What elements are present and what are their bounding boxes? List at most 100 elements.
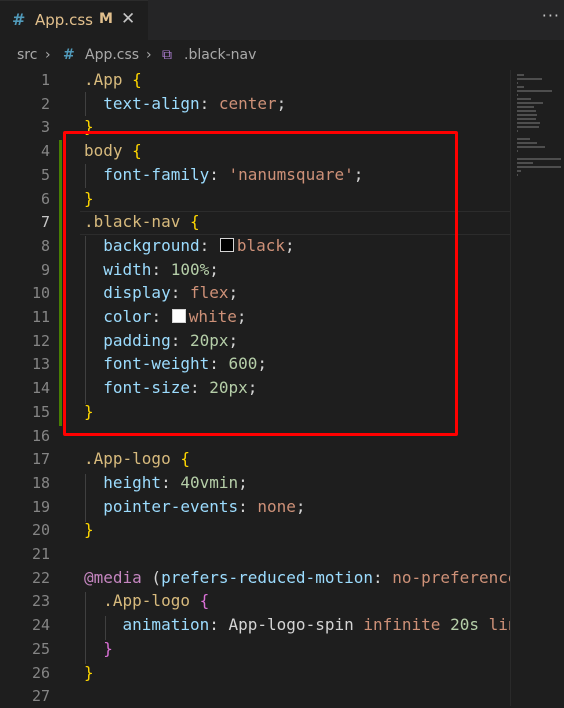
code-token: center xyxy=(218,93,277,113)
line-number: 27 xyxy=(31,687,50,706)
minimap-line xyxy=(517,162,533,164)
line-number: 1 xyxy=(40,71,50,89)
annotation-highlight-box xyxy=(63,131,458,436)
minimap-line xyxy=(517,90,552,92)
breadcrumb-folder[interactable]: src xyxy=(17,47,37,63)
minimap-line xyxy=(517,106,534,108)
line-number: 20 xyxy=(31,521,50,540)
code-token: ( xyxy=(141,567,162,587)
code-token: @media xyxy=(84,567,142,587)
tab-label: App.css xyxy=(35,11,93,29)
chevron-right-icon: › xyxy=(146,47,152,63)
code-token: : xyxy=(238,496,258,516)
code-token: : xyxy=(161,472,181,492)
close-icon[interactable]: ✕ xyxy=(121,9,135,29)
line-number: 7 xyxy=(40,213,50,232)
line-number: 14 xyxy=(31,379,50,398)
line-number: 11 xyxy=(31,308,50,326)
code-token: } xyxy=(84,520,94,540)
line-number: 3 xyxy=(40,118,50,137)
minimap-line xyxy=(517,158,561,160)
code-token: : xyxy=(209,615,229,635)
minimap-line xyxy=(517,146,545,148)
symbol-class-icon: ⧉ xyxy=(162,47,172,63)
code-token: prefers-reduced-motion xyxy=(161,567,373,587)
breadcrumb-file[interactable]: App.css xyxy=(85,47,139,63)
minimap-line xyxy=(517,82,519,84)
code-token: .App-logo xyxy=(103,591,190,611)
code-line: } xyxy=(84,661,94,685)
minimap-line xyxy=(517,170,521,172)
code-token: animation xyxy=(122,615,210,635)
line-number: 18 xyxy=(31,473,50,492)
minimap-line xyxy=(517,110,537,112)
minimap-line xyxy=(517,94,519,96)
line-number: 6 xyxy=(40,189,50,208)
code-token: } xyxy=(103,638,113,658)
minimap-line xyxy=(517,114,538,116)
code-line: .App-logo { xyxy=(84,589,209,613)
minimap-line xyxy=(517,138,531,140)
css-file-icon: # xyxy=(12,10,26,29)
code-line: animation: App-logo-spin infinite 20s li… xyxy=(84,613,518,637)
line-number: 19 xyxy=(31,497,50,516)
modified-badge: M xyxy=(99,11,113,27)
code-token: 40vmin xyxy=(180,472,239,492)
minimap-line xyxy=(517,86,525,88)
code-line: } xyxy=(84,518,94,542)
code-token: { xyxy=(199,591,210,611)
chevron-right-icon: › xyxy=(45,47,51,63)
minimap[interactable] xyxy=(510,70,564,706)
code-line: height: 40vmin; xyxy=(84,471,248,495)
code-line: .App-logo { xyxy=(84,447,190,471)
line-number: 23 xyxy=(31,592,50,611)
code-token: : xyxy=(199,93,219,113)
line-number: 17 xyxy=(31,450,50,469)
code-line: pointer-events: none; xyxy=(84,495,305,519)
code-token: { xyxy=(132,70,142,89)
code-token: ; xyxy=(276,93,287,113)
line-number: 26 xyxy=(31,663,50,682)
tab-app-css[interactable]: # App.css M ✕ xyxy=(0,0,148,40)
more-actions-icon[interactable]: ··· xyxy=(542,6,560,25)
code-token: App-logo-spin xyxy=(228,615,354,635)
code-token: pointer-events xyxy=(103,496,239,516)
minimap-line xyxy=(517,174,519,176)
code-token: no-preference xyxy=(392,567,518,587)
line-number: 8 xyxy=(40,236,50,255)
minimap-line xyxy=(517,78,543,80)
line-number: 5 xyxy=(40,165,50,184)
minimap-line xyxy=(517,118,537,120)
code-token: infinite xyxy=(363,615,441,635)
code-token: : xyxy=(372,567,393,587)
code-token: height xyxy=(103,472,162,492)
line-number: 24 xyxy=(31,616,50,635)
line-number: 4 xyxy=(40,142,50,161)
css-file-icon: # xyxy=(63,47,75,63)
code-token: } xyxy=(84,662,94,682)
minimap-line xyxy=(517,98,532,100)
code-token: .App-logo xyxy=(84,449,171,469)
code-line: } xyxy=(84,637,113,661)
breadcrumb-symbol[interactable]: .black-nav xyxy=(184,47,256,63)
line-number: 2 xyxy=(40,94,50,113)
code-token: 20s xyxy=(450,615,479,635)
code-token: none xyxy=(257,496,296,516)
line-number: 10 xyxy=(31,284,50,303)
breadcrumb: src › # App.css › ⧉ .black-nav xyxy=(0,40,564,70)
line-number: 22 xyxy=(31,568,50,587)
editor-tab-bar: # App.css M ✕ ··· xyxy=(0,0,564,40)
line-number: 25 xyxy=(31,639,50,658)
minimap-line xyxy=(517,142,538,144)
minimap-line xyxy=(517,74,525,76)
